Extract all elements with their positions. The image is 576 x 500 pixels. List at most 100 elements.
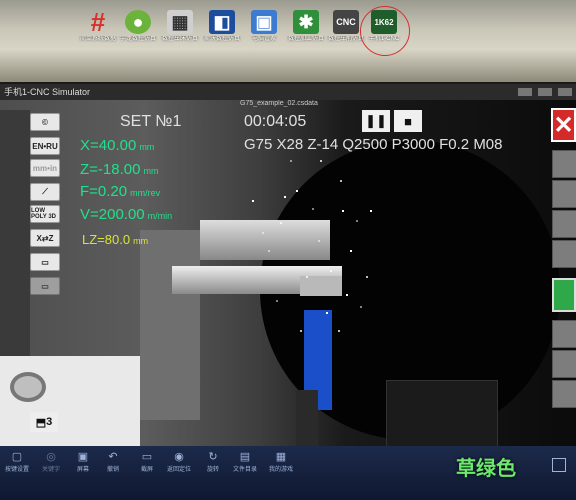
- right-panel-button-2[interactable]: [552, 180, 576, 208]
- metal-chip: [360, 306, 362, 308]
- toolbar-item-games[interactable]: ▦ 我的游戏: [266, 450, 296, 473]
- toolbar-item-keys[interactable]: ▢ 按键设置: [2, 450, 32, 473]
- green-ball-icon: ●: [125, 10, 151, 34]
- toolbar-item-label: 按键设置: [4, 467, 29, 473]
- toolbar-item-screen[interactable]: ▣ 屏幕: [68, 450, 98, 473]
- feed-unit: mm/rev: [130, 188, 161, 198]
- right-panel-button-6[interactable]: [552, 350, 576, 378]
- desktop-icon-2[interactable]: ● 宇龙数控仿真: [118, 10, 158, 43]
- maximize-button[interactable]: [538, 88, 552, 96]
- desktop-icon-label: 数控车床仿真: [161, 36, 198, 42]
- lz-readout: LZ=80.0 mm: [82, 232, 148, 247]
- close-simulation-button[interactable]: ✕: [551, 108, 576, 142]
- workpiece-main: [200, 220, 330, 260]
- chuck-body: [140, 230, 200, 420]
- tool-post-stem: [296, 390, 318, 446]
- elapsed-time: 00:04:05: [244, 113, 307, 130]
- games-icon: ▦: [275, 451, 287, 463]
- turret-number: 3: [46, 416, 53, 428]
- measure-icon[interactable]: ⟋: [30, 183, 60, 201]
- screen-icon: ▣: [77, 451, 89, 463]
- desktop-icon-label: 宇龙数控仿真: [119, 36, 156, 42]
- red-circle-annotation: [360, 6, 410, 56]
- pause-icon: ❚❚: [365, 113, 387, 128]
- toolbar-item-label: 文件目录: [232, 467, 257, 473]
- desktop-icon-4[interactable]: ◧ 斯沃数控仿真: [202, 10, 242, 43]
- cycle-start-button[interactable]: [552, 278, 576, 312]
- toolbar-item-files[interactable]: ▤ 文件目录: [230, 450, 260, 473]
- simulator-icon: ◧: [209, 10, 235, 34]
- lz-value: LZ=80.0: [82, 232, 131, 247]
- copyright-button[interactable]: ©: [30, 113, 60, 131]
- locate-icon: ◉: [174, 451, 184, 463]
- toolbar-item-label: 撤销: [106, 467, 119, 473]
- toolbar-item-screenshot[interactable]: ▭ 截屏: [132, 450, 162, 473]
- toolbar-item-label: 屏幕: [76, 467, 89, 473]
- right-panel-button-7[interactable]: [552, 380, 576, 408]
- metal-chip: [338, 330, 340, 332]
- calculator-icon: ▦: [167, 10, 193, 34]
- language-toggle-button[interactable]: EN•RU: [30, 137, 60, 155]
- window-title: 手机1-CNC Simulator: [4, 87, 91, 97]
- window-close-button[interactable]: [558, 88, 572, 96]
- toolbar-item-undo[interactable]: ↶ 撤销: [98, 450, 128, 473]
- metal-chip: [300, 330, 302, 332]
- lz-unit: mm: [133, 236, 149, 246]
- stop-icon: ■: [404, 113, 412, 129]
- handwheel[interactable]: [10, 372, 46, 402]
- metal-chip: [296, 190, 298, 192]
- right-panel-button-5[interactable]: [552, 320, 576, 348]
- metal-chip: [346, 294, 348, 296]
- stop-button[interactable]: ■: [394, 110, 422, 132]
- swap-axes-button[interactable]: X⇄Z: [30, 229, 60, 247]
- toolbar-item-label: 返回定位: [166, 467, 191, 473]
- z-readout: Z=-18.00 mm: [80, 161, 158, 178]
- units-toggle-button[interactable]: mm•in: [30, 159, 60, 177]
- toolbar-item-label: 关键字: [41, 467, 60, 473]
- desktop-icon-label: 数控加工仿真: [287, 36, 324, 42]
- square-icon[interactable]: [552, 458, 566, 472]
- metal-chip: [342, 210, 344, 212]
- toolbar-item-keyword[interactable]: ◎ 关键字: [36, 450, 66, 473]
- feed-readout: F=0.20 mm/rev: [80, 183, 160, 200]
- metal-chip: [284, 196, 286, 198]
- desktop-icon-label: 斯沃数控仿真: [203, 36, 240, 42]
- undo-icon: ↶: [108, 451, 118, 463]
- low-poly-button[interactable]: LOW POLY 3D: [30, 205, 60, 223]
- tool-post-block: [386, 380, 498, 446]
- minimize-button[interactable]: [518, 88, 532, 96]
- right-panel-button-4[interactable]: [552, 240, 576, 268]
- speed-value: V=200.00: [80, 206, 145, 223]
- desktop-icon-3[interactable]: ▦ 数控车床仿真: [160, 10, 200, 43]
- metal-chip: [306, 276, 308, 278]
- gcode-line: G75 X28 Z-14 Q2500 P3000 F0.2 M08: [244, 136, 503, 153]
- desktop-icon-6[interactable]: ✱ 数控加工仿真: [286, 10, 326, 43]
- metal-chip: [366, 276, 368, 278]
- metal-chip: [340, 180, 342, 182]
- tool-view-icon[interactable]: ▭: [30, 253, 60, 271]
- pause-button[interactable]: ❚❚: [362, 110, 390, 132]
- desktop-icon-5[interactable]: ▣ 电脑管家: [244, 10, 284, 43]
- x-readout: X=40.00 mm: [80, 137, 154, 154]
- right-panel-button-3[interactable]: [552, 210, 576, 238]
- set-number: SET №1: [120, 113, 182, 130]
- x-value: X=40.00: [80, 137, 137, 154]
- metal-chip: [356, 220, 358, 222]
- turret-position-button[interactable]: ⬒ 3: [30, 412, 58, 432]
- metal-chip: [276, 300, 278, 302]
- desktop-background: # 简单系统数据 ● 宇龙数控仿真 ▦ 数控车床仿真 ◧ 斯沃数控仿真 ▣ 电脑…: [0, 0, 576, 82]
- metal-chip: [320, 160, 322, 162]
- color-caption: 草绿色: [456, 458, 516, 480]
- metal-chip: [290, 160, 292, 162]
- rotate-icon: ↻: [208, 451, 218, 463]
- gear-icon: ✱: [293, 10, 319, 34]
- desktop-icon-1[interactable]: # 简单系统数据: [78, 6, 118, 43]
- toolbar-item-rotate[interactable]: ↻ 旋转: [198, 450, 228, 473]
- toolbar-item-locate[interactable]: ◉ 返回定位: [164, 450, 194, 473]
- right-panel-button-1[interactable]: [552, 150, 576, 178]
- hash-icon: #: [90, 6, 106, 37]
- disabled-tool-icon: ▭: [30, 277, 60, 295]
- keyboard-icon: ▢: [11, 451, 23, 463]
- metal-chip: [326, 312, 328, 314]
- z-unit: mm: [143, 166, 159, 176]
